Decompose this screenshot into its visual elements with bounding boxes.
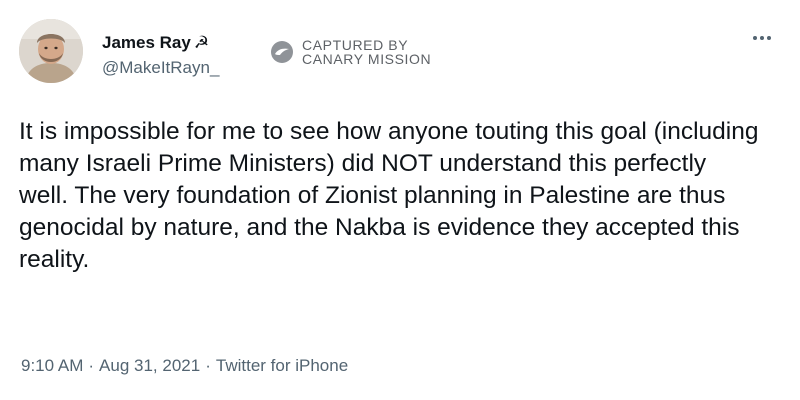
avatar[interactable]	[19, 19, 83, 83]
display-name-text: James Ray	[102, 33, 191, 52]
more-icon	[767, 36, 771, 40]
more-icon	[753, 36, 757, 40]
user-handle[interactable]: @MakeItRayn_	[102, 58, 219, 78]
more-icon	[760, 36, 764, 40]
more-button[interactable]	[748, 28, 776, 48]
tweet-text: It is impossible for me to see how anyon…	[19, 118, 759, 273]
tweet-source[interactable]: Twitter for iPhone	[216, 356, 348, 375]
avatar-image	[19, 19, 83, 83]
tweet-date[interactable]: Aug 31, 2021	[99, 356, 200, 375]
watermark-line-1: CAPTURED BY	[302, 37, 409, 53]
tweet-time[interactable]: 9:10 AM	[21, 356, 83, 375]
canary-logo-icon	[271, 41, 293, 63]
tweet-meta: 9:10 AM · Aug 31, 2021 · Twitter for iPhone	[21, 356, 348, 376]
meta-separator: ·	[88, 356, 95, 375]
watermark-line-2: CANARY MISSION	[302, 51, 432, 67]
tweet-card: James Ray ☭ @MakeItRayn_ CAPTURED BY CANA…	[0, 0, 800, 400]
meta-separator: ·	[205, 356, 211, 375]
watermark: CAPTURED BY CANARY MISSION	[270, 38, 431, 66]
display-name[interactable]: James Ray ☭	[102, 33, 209, 53]
hammer-sickle-icon: ☭	[193, 33, 210, 52]
